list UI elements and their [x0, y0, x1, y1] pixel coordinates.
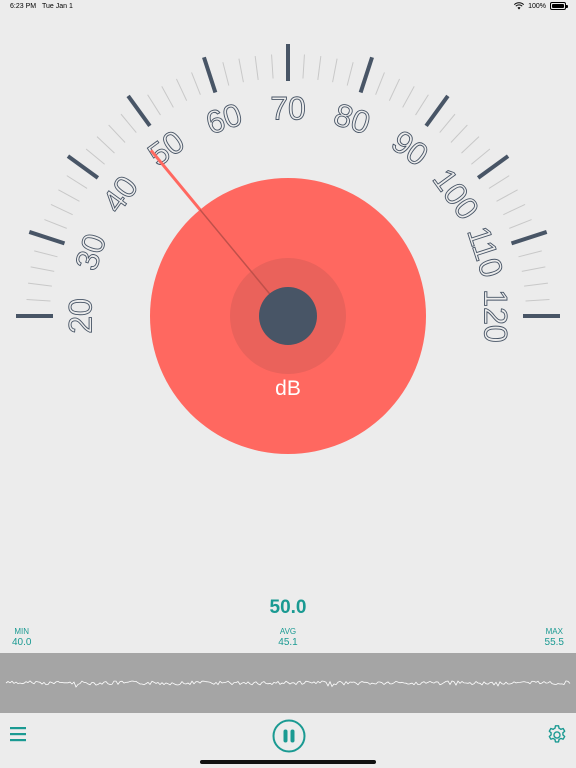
minor-tick	[471, 148, 491, 165]
minor-tick	[85, 148, 105, 165]
minor-tick	[147, 94, 161, 116]
battery-percent: 100%	[528, 2, 546, 10]
minor-tick	[120, 113, 137, 133]
current-reading: 50.0	[269, 597, 307, 618]
min-value: 40.0	[12, 637, 32, 648]
minor-tick	[271, 54, 274, 79]
major-tick	[66, 154, 100, 180]
major-tick	[358, 56, 374, 94]
scale-label: 110	[460, 222, 510, 282]
minor-tick	[175, 78, 188, 101]
minor-tick	[254, 56, 259, 80]
minor-tick	[388, 78, 401, 101]
minor-tick	[346, 62, 354, 86]
scale-label: 120	[478, 289, 514, 342]
minor-tick	[488, 175, 510, 189]
minor-tick	[450, 124, 468, 143]
minor-tick	[524, 282, 548, 287]
major-tick	[510, 230, 548, 246]
minor-tick	[496, 189, 518, 202]
max-value: 55.5	[544, 637, 564, 648]
minor-tick	[332, 58, 338, 83]
avg-value: 45.1	[278, 637, 298, 648]
min-label: MIN	[14, 627, 30, 636]
scale-label: 30	[68, 229, 113, 274]
minor-tick	[415, 94, 429, 116]
gear-icon[interactable]	[546, 724, 568, 746]
minor-tick	[58, 189, 80, 202]
major-tick	[126, 94, 152, 128]
max-label: MAX	[545, 627, 563, 636]
major-tick	[476, 154, 510, 180]
status-bar: 6:23 PM Tue Jan 1 100%	[0, 0, 576, 14]
minor-tick	[34, 250, 58, 258]
minor-tick	[402, 86, 415, 108]
minor-tick	[439, 113, 456, 133]
minor-tick	[521, 266, 546, 272]
minor-tick	[518, 250, 542, 258]
pause-button[interactable]	[272, 719, 306, 753]
stat-avg: AVG 45.1	[270, 627, 306, 648]
pause-icon	[283, 729, 288, 743]
minor-tick	[108, 124, 126, 143]
minor-tick	[525, 299, 550, 302]
minor-tick	[238, 58, 244, 83]
minor-tick	[50, 203, 73, 216]
minor-tick	[302, 54, 305, 79]
scale-label: 60	[201, 96, 246, 141]
scale-label: 80	[330, 96, 375, 141]
scale-label: 90	[385, 123, 435, 173]
hamburger-icon[interactable]	[10, 726, 26, 742]
avg-label: AVG	[279, 627, 297, 636]
waveform-graph	[0, 653, 576, 713]
stat-max: MAX 55.5	[545, 627, 564, 648]
scale-label: 50	[141, 123, 191, 173]
bottom-toolbar	[0, 713, 576, 768]
minor-tick	[26, 299, 51, 302]
minor-tick	[44, 219, 67, 229]
wifi-icon	[514, 2, 525, 10]
minor-tick	[509, 219, 532, 229]
scale-label: 100	[426, 162, 487, 226]
minor-tick	[161, 86, 174, 108]
minor-tick	[317, 56, 322, 80]
status-right: 100%	[514, 2, 568, 10]
minor-tick	[28, 282, 52, 287]
stat-min: MIN 40.0	[12, 627, 31, 648]
scale-label: 40	[95, 169, 145, 219]
minor-tick	[30, 266, 55, 272]
status-time: 6:23 PM	[10, 3, 37, 10]
scale-label: 70	[270, 90, 306, 126]
minor-tick	[191, 72, 201, 95]
major-tick	[202, 56, 218, 94]
scale-label: 20	[62, 298, 98, 334]
decibel-gauge: 20 30 405060 70 8090100110 120 dB	[16, 44, 560, 454]
gauge-hub	[259, 287, 317, 345]
unit-label: dB	[275, 377, 301, 400]
major-tick	[28, 230, 66, 246]
minor-tick	[222, 62, 230, 86]
minor-tick	[503, 203, 526, 216]
home-indicator	[200, 760, 376, 764]
waveform-line	[5, 680, 571, 688]
battery-icon	[550, 2, 568, 10]
major-tick	[424, 94, 450, 128]
minor-tick	[96, 136, 115, 154]
status-date: Tue Jan 1	[42, 3, 73, 10]
minor-tick	[461, 136, 480, 154]
minor-tick	[375, 72, 385, 95]
minor-tick	[66, 175, 88, 189]
